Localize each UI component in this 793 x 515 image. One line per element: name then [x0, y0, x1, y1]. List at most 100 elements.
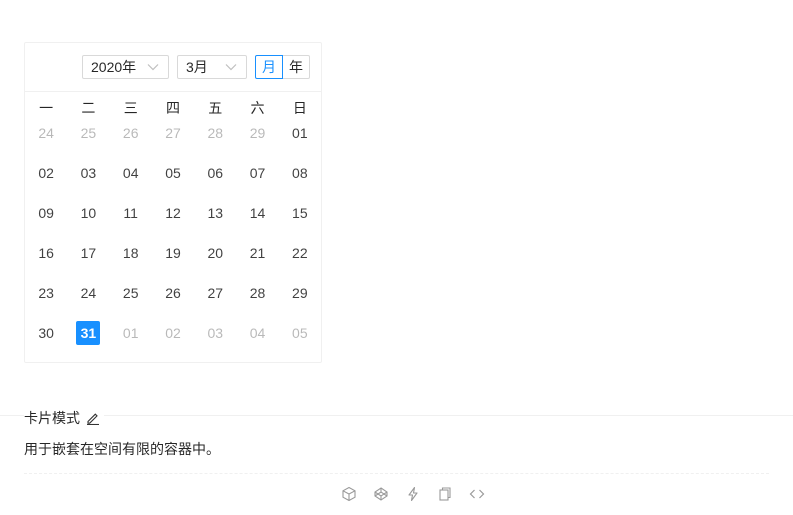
- calendar-date-cell[interactable]: 29: [236, 121, 278, 161]
- calendar-date-cell[interactable]: 10: [67, 201, 109, 241]
- calendar-date-cell[interactable]: 27: [194, 281, 236, 321]
- calendar-date-cell[interactable]: 13: [194, 201, 236, 241]
- calendar-date[interactable]: 24: [76, 281, 100, 305]
- stackblitz-icon[interactable]: [405, 486, 421, 502]
- calendar-date[interactable]: 16: [34, 241, 58, 265]
- calendar-date-cell[interactable]: 30: [25, 321, 67, 361]
- calendar-date[interactable]: 26: [161, 281, 185, 305]
- calendar-date[interactable]: 28: [246, 281, 270, 305]
- calendar-date[interactable]: 28: [203, 121, 227, 145]
- calendar-date-cell[interactable]: 28: [194, 121, 236, 161]
- calendar-date-cell[interactable]: 07: [236, 161, 278, 201]
- calendar-date-cell[interactable]: 08: [279, 161, 321, 201]
- calendar-date[interactable]: 25: [76, 121, 100, 145]
- year-select[interactable]: 2020年: [82, 55, 169, 79]
- calendar-date-cell[interactable]: 24: [67, 281, 109, 321]
- calendar-date[interactable]: 01: [119, 321, 143, 345]
- calendar-date[interactable]: 21: [246, 241, 270, 265]
- calendar-date-cell[interactable]: 15: [279, 201, 321, 241]
- calendar-date-cell[interactable]: 26: [152, 281, 194, 321]
- calendar-date-cell[interactable]: 01: [279, 121, 321, 161]
- calendar-date[interactable]: 23: [34, 281, 58, 305]
- calendar-date[interactable]: 29: [246, 121, 270, 145]
- calendar-date-cell[interactable]: 04: [236, 321, 278, 361]
- calendar-week-row: 16 17 18 19 20 21 22: [25, 241, 321, 281]
- calendar-date-cell[interactable]: 03: [67, 161, 109, 201]
- calendar-date-cell[interactable]: 04: [110, 161, 152, 201]
- calendar-date[interactable]: 05: [288, 321, 312, 345]
- calendar-date-cell[interactable]: 06: [194, 161, 236, 201]
- calendar-date-cell[interactable]: 19: [152, 241, 194, 281]
- calendar-date[interactable]: 30: [34, 321, 58, 345]
- mode-year-button[interactable]: 年: [283, 55, 310, 79]
- calendar-date[interactable]: 02: [34, 161, 58, 185]
- calendar-date[interactable]: 09: [34, 201, 58, 225]
- calendar-date[interactable]: 14: [246, 201, 270, 225]
- calendar-date[interactable]: 04: [246, 321, 270, 345]
- calendar-date-cell[interactable]: 17: [67, 241, 109, 281]
- calendar-date-cell[interactable]: 02: [25, 161, 67, 201]
- calendar-date-cell[interactable]: 29: [279, 281, 321, 321]
- calendar-week-row: 23 24 25 26 27 28 29: [25, 281, 321, 321]
- calendar-date[interactable]: 24: [34, 121, 58, 145]
- mode-month-button[interactable]: 月: [255, 55, 283, 79]
- calendar-date[interactable]: 13: [203, 201, 227, 225]
- calendar-date-cell[interactable]: 26: [110, 121, 152, 161]
- calendar-date-cell[interactable]: 31: [67, 321, 109, 361]
- calendar-date-cell[interactable]: 25: [67, 121, 109, 161]
- codepen-icon[interactable]: [373, 486, 389, 502]
- calendar-date-cell[interactable]: 24: [25, 121, 67, 161]
- calendar-date[interactable]: 17: [76, 241, 100, 265]
- month-select-value: 3月: [186, 59, 208, 75]
- calendar-week-row: 30 31 01 02 03 04 05: [25, 321, 321, 361]
- calendar-date[interactable]: 27: [161, 121, 185, 145]
- calendar-date-cell[interactable]: 21: [236, 241, 278, 281]
- calendar-date-cell[interactable]: 14: [236, 201, 278, 241]
- calendar-date-cell[interactable]: 27: [152, 121, 194, 161]
- calendar-date-cell[interactable]: 11: [110, 201, 152, 241]
- calendar-date-cell[interactable]: 02: [152, 321, 194, 361]
- calendar-date[interactable]: 08: [288, 161, 312, 185]
- calendar-date[interactable]: 18: [119, 241, 143, 265]
- calendar-date[interactable]: 20: [203, 241, 227, 265]
- calendar-date-cell[interactable]: 03: [194, 321, 236, 361]
- edit-icon[interactable]: [86, 411, 100, 425]
- calendar-date[interactable]: 12: [161, 201, 185, 225]
- calendar-date-cell[interactable]: 22: [279, 241, 321, 281]
- calendar-date[interactable]: 03: [76, 161, 100, 185]
- month-select[interactable]: 3月: [177, 55, 247, 79]
- calendar-date[interactable]: 29: [288, 281, 312, 305]
- calendar-date[interactable]: 06: [203, 161, 227, 185]
- calendar-date-cell[interactable]: 28: [236, 281, 278, 321]
- copy-icon[interactable]: [437, 486, 453, 502]
- calendar-date[interactable]: 19: [161, 241, 185, 265]
- calendar-date[interactable]: 07: [246, 161, 270, 185]
- calendar-date[interactable]: 11: [119, 201, 143, 225]
- calendar-date-cell[interactable]: 05: [279, 321, 321, 361]
- weekday-header: 三: [123, 100, 138, 116]
- calendar-date[interactable]: 10: [76, 201, 100, 225]
- calendar-date[interactable]: 27: [203, 281, 227, 305]
- calendar-date-cell[interactable]: 09: [25, 201, 67, 241]
- calendar-date-cell[interactable]: 18: [110, 241, 152, 281]
- calendar-date-cell[interactable]: 23: [25, 281, 67, 321]
- calendar-date-cell[interactable]: 25: [110, 281, 152, 321]
- calendar-date[interactable]: 03: [203, 321, 227, 345]
- codesandbox-icon[interactable]: [341, 486, 357, 502]
- calendar-date[interactable]: 05: [161, 161, 185, 185]
- calendar-date-cell[interactable]: 20: [194, 241, 236, 281]
- calendar-date-cell[interactable]: 01: [110, 321, 152, 361]
- calendar-date[interactable]: 15: [288, 201, 312, 225]
- calendar-date[interactable]: 01: [288, 121, 312, 145]
- calendar-date-cell[interactable]: 16: [25, 241, 67, 281]
- demo-dashed-divider: [24, 473, 769, 474]
- calendar-date[interactable]: 02: [161, 321, 185, 345]
- calendar-date[interactable]: 26: [119, 121, 143, 145]
- calendar-date-selected[interactable]: 31: [76, 321, 101, 345]
- calendar-date[interactable]: 04: [119, 161, 143, 185]
- calendar-date-cell[interactable]: 12: [152, 201, 194, 241]
- calendar-date-cell[interactable]: 05: [152, 161, 194, 201]
- calendar-date[interactable]: 22: [288, 241, 312, 265]
- code-expand-icon[interactable]: [469, 486, 485, 502]
- calendar-date[interactable]: 25: [119, 281, 143, 305]
